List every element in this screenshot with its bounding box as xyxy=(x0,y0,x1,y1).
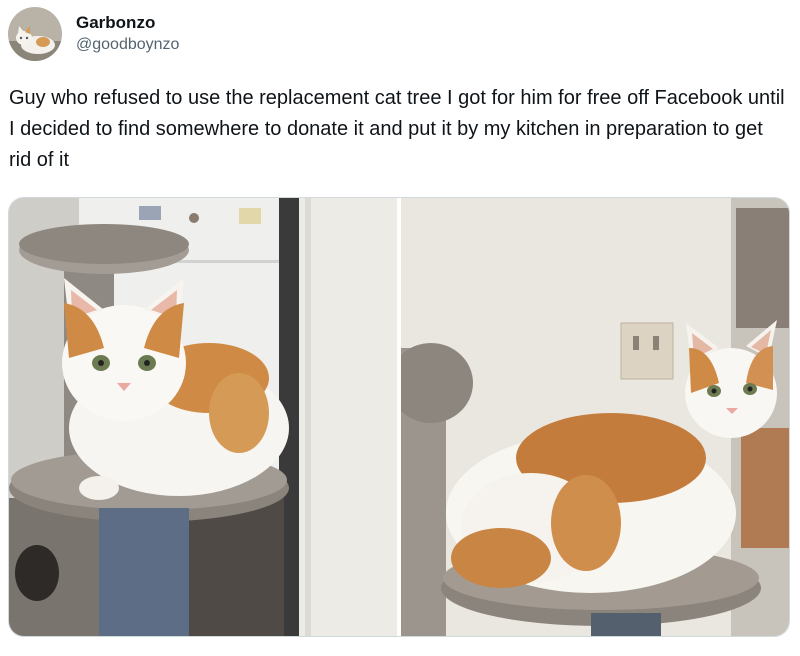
cat-photo-right xyxy=(401,198,789,636)
tweet-header: Garbonzo @goodboynzo xyxy=(8,6,179,62)
cat-photo-left xyxy=(9,198,397,636)
avatar[interactable] xyxy=(8,7,62,61)
photo-right[interactable] xyxy=(401,198,789,636)
photo-left[interactable] xyxy=(9,198,397,636)
cat-avatar-icon xyxy=(8,7,62,61)
tweet-media xyxy=(8,197,790,637)
tweet-text: Guy who refused to use the replacement c… xyxy=(9,87,785,171)
author-handle[interactable]: @goodboynzo xyxy=(76,34,179,56)
author-display-name[interactable]: Garbonzo xyxy=(76,12,179,34)
